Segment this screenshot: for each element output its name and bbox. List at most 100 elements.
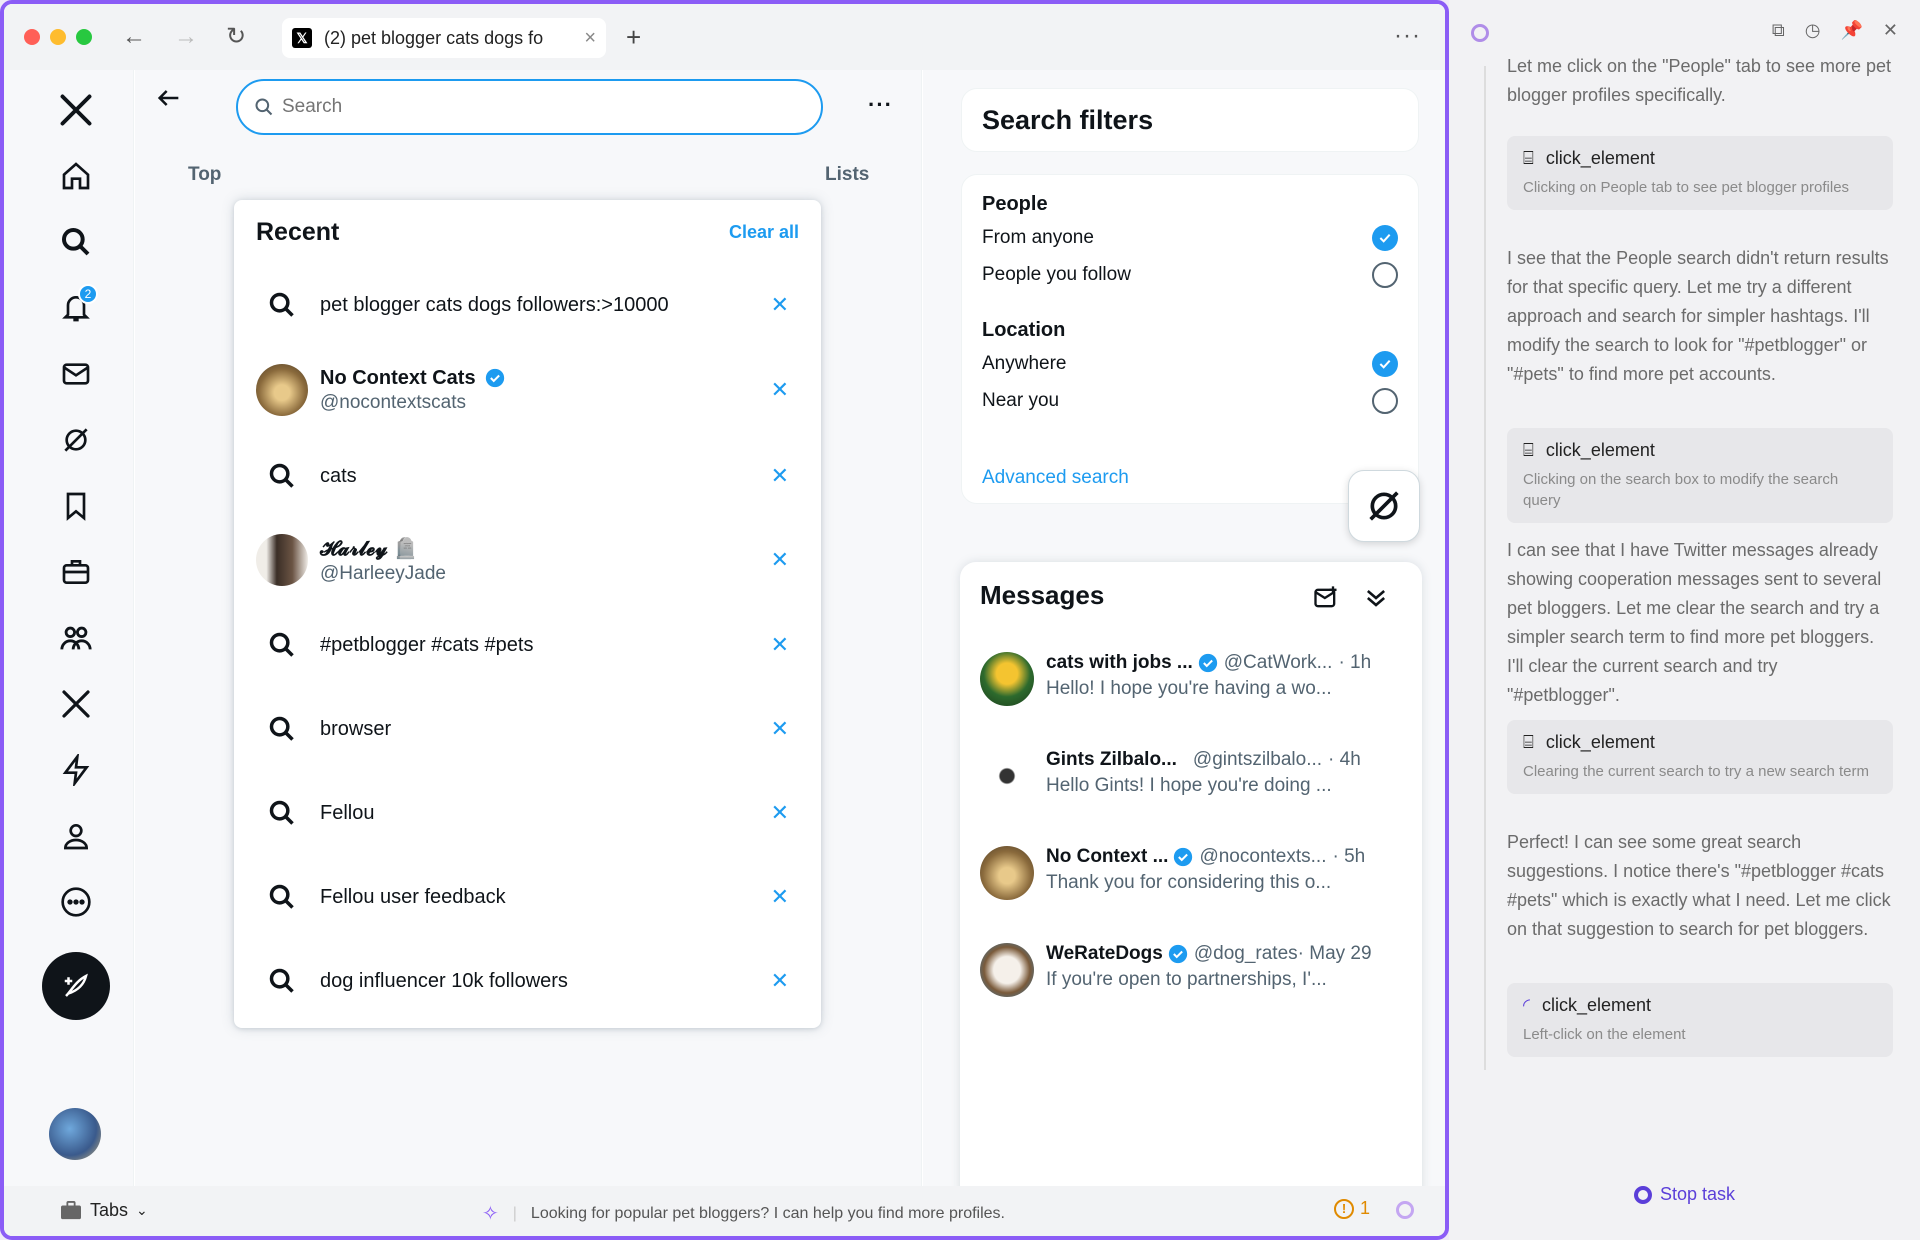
search-icon bbox=[256, 787, 308, 839]
checked-radio-icon[interactable] bbox=[1372, 225, 1398, 251]
recent-item-query[interactable]: Fellou user feedback ✕ bbox=[234, 867, 821, 927]
reload-icon[interactable]: ↻ bbox=[226, 20, 246, 54]
remove-recent-icon[interactable]: ✕ bbox=[771, 968, 789, 994]
status-bar: Tabs ⌄ ✧ | Looking for popular pet blogg… bbox=[4, 1186, 1445, 1236]
lightning-icon[interactable] bbox=[56, 750, 96, 790]
pin-icon[interactable]: 📌 bbox=[1840, 20, 1862, 41]
timeline-line bbox=[1484, 66, 1486, 1070]
remove-recent-icon[interactable]: ✕ bbox=[771, 884, 789, 910]
action-name: click_element bbox=[1541, 995, 1652, 1015]
close-window-button[interactable] bbox=[24, 29, 40, 45]
warning-icon: ! bbox=[1334, 1198, 1354, 1219]
title-bar: ← → ↻ 𝕏 (2) pet blogger cats dogs fo × +… bbox=[4, 4, 1445, 70]
tab-top[interactable]: Top bbox=[188, 164, 221, 186]
back-icon[interactable]: ← bbox=[122, 20, 146, 54]
action-name: click_element bbox=[1545, 148, 1655, 168]
bookmarks-icon[interactable] bbox=[56, 486, 96, 526]
message-row[interactable]: Gints Zilbalo... @gintszilbalo... · 4h H… bbox=[980, 749, 1402, 803]
remove-recent-icon[interactable]: ✕ bbox=[771, 716, 789, 742]
new-chat-icon[interactable]: ⧉ bbox=[1772, 20, 1785, 41]
remove-recent-icon[interactable]: ✕ bbox=[771, 463, 789, 489]
recent-item-query[interactable]: cats ✕ bbox=[234, 446, 821, 506]
collapse-chevron-icon[interactable] bbox=[1362, 584, 1390, 612]
account-avatar[interactable] bbox=[49, 1108, 101, 1160]
action-step[interactable]: ⌸ click_element Clicking on People tab to… bbox=[1507, 136, 1893, 210]
recent-item-query[interactable]: browser ✕ bbox=[234, 699, 821, 759]
remove-recent-icon[interactable]: ✕ bbox=[771, 800, 789, 826]
checked-radio-icon[interactable] bbox=[1372, 351, 1398, 377]
remove-recent-icon[interactable]: ✕ bbox=[771, 547, 789, 573]
remove-recent-icon[interactable]: ✕ bbox=[771, 292, 789, 318]
recent-item-user[interactable]: 𝓗𝓪𝓻𝓵𝓮𝔂 🪦 @HarleeyJade ✕ bbox=[234, 528, 821, 592]
compose-post-button[interactable] bbox=[42, 952, 110, 1020]
history-icon[interactable]: ◷ bbox=[1805, 20, 1821, 41]
message-sender-handle: @dog_rates bbox=[1193, 943, 1298, 964]
recent-user-handle: @HarleeyJade bbox=[320, 562, 446, 584]
near-you-option[interactable]: Near you bbox=[982, 388, 1398, 414]
grok-icon[interactable] bbox=[56, 420, 96, 460]
avatar bbox=[980, 749, 1034, 803]
recent-item-query[interactable]: pet blogger cats dogs followers:>10000 ✕ bbox=[234, 275, 821, 335]
stop-icon bbox=[1634, 1185, 1652, 1204]
back-arrow-icon[interactable] bbox=[155, 84, 183, 117]
explore-search-icon[interactable] bbox=[56, 222, 96, 262]
fellou-logo-icon[interactable] bbox=[1396, 1201, 1414, 1219]
recent-query-text: Fellou user feedback bbox=[320, 885, 506, 908]
warning-indicator[interactable]: ! 1 bbox=[1334, 1198, 1370, 1219]
remove-recent-icon[interactable]: ✕ bbox=[771, 377, 789, 403]
anywhere-option[interactable]: Anywhere bbox=[982, 351, 1398, 377]
search-more-icon[interactable]: ··· bbox=[868, 92, 893, 118]
action-step[interactable]: ◜ click_element Left-click on the element bbox=[1507, 983, 1893, 1057]
search-icon bbox=[255, 98, 273, 116]
tab-close-icon[interactable]: × bbox=[584, 27, 596, 50]
agent-panel: ⧉ ◷ 📌 ✕ Let me click on the "People" tab… bbox=[1449, 0, 1920, 1240]
remove-recent-icon[interactable]: ✕ bbox=[771, 632, 789, 658]
message-time: · 4h bbox=[1328, 749, 1361, 770]
x-page: 2 Search ··· Top Lists Recent Clear all … bbox=[4, 70, 1445, 1236]
search-input[interactable] bbox=[282, 96, 802, 118]
tabs-menu-button[interactable]: Tabs ⌄ bbox=[60, 1200, 148, 1221]
action-step[interactable]: ⌸ click_element Clearing the current sear… bbox=[1507, 720, 1893, 794]
recent-item-user[interactable]: No Context Cats @nocontextscats ✕ bbox=[234, 358, 821, 422]
people-you-follow-option[interactable]: People you follow bbox=[982, 262, 1398, 288]
unchecked-radio-icon[interactable] bbox=[1372, 388, 1398, 414]
search-icon bbox=[256, 703, 308, 755]
unchecked-radio-icon[interactable] bbox=[1372, 262, 1398, 288]
recent-item-query[interactable]: #petblogger #cats #pets ✕ bbox=[234, 615, 821, 675]
browser-more-icon[interactable]: ··· bbox=[1394, 22, 1421, 50]
home-icon[interactable] bbox=[56, 156, 96, 196]
premium-x-icon[interactable] bbox=[56, 684, 96, 724]
action-icon: ⌸ bbox=[1523, 440, 1534, 460]
minimize-window-button[interactable] bbox=[50, 29, 66, 45]
jobs-icon[interactable] bbox=[56, 552, 96, 592]
message-preview: If you're open to partnerships, I'... bbox=[1046, 969, 1327, 990]
clear-all-button[interactable]: Clear all bbox=[729, 222, 799, 243]
advanced-search-link[interactable]: Advanced search bbox=[982, 467, 1129, 489]
x-logo-icon[interactable] bbox=[56, 90, 96, 130]
new-message-icon[interactable] bbox=[1312, 584, 1340, 612]
close-panel-icon[interactable]: ✕ bbox=[1883, 20, 1898, 41]
recent-item-query[interactable]: dog influencer 10k followers ✕ bbox=[234, 951, 821, 1011]
communities-icon[interactable] bbox=[56, 618, 96, 658]
recent-item-query[interactable]: Fellou ✕ bbox=[234, 783, 821, 843]
stop-task-button[interactable]: Stop task bbox=[1634, 1184, 1735, 1205]
search-box[interactable] bbox=[236, 79, 823, 135]
more-circle-icon[interactable] bbox=[56, 882, 96, 922]
notifications-icon[interactable]: 2 bbox=[56, 284, 98, 328]
profile-icon[interactable] bbox=[56, 816, 96, 856]
tab-lists[interactable]: Lists bbox=[825, 164, 869, 186]
grok-float-icon[interactable] bbox=[1348, 470, 1420, 542]
messages-icon[interactable] bbox=[56, 354, 96, 394]
assistant-hint[interactable]: ✧ | Looking for popular pet bloggers? I … bbox=[482, 1201, 1005, 1226]
action-step[interactable]: ⌸ click_element Clicking on the search bo… bbox=[1507, 428, 1893, 523]
forward-icon[interactable]: → bbox=[174, 20, 198, 54]
from-anyone-option[interactable]: From anyone bbox=[982, 225, 1398, 251]
message-row[interactable]: cats with jobs ... @CatWork... · 1h Hell… bbox=[980, 652, 1402, 706]
message-preview: Hello! I hope you're having a wo... bbox=[1046, 678, 1332, 699]
message-row[interactable]: No Context ... @nocontexts... · 5h Thank… bbox=[980, 846, 1402, 900]
message-row[interactable]: WeRateDogs @dog_rates · May 29 If you're… bbox=[980, 943, 1402, 997]
maximize-window-button[interactable] bbox=[76, 29, 92, 45]
new-tab-button[interactable]: + bbox=[626, 22, 641, 53]
message-time: · 5h bbox=[1332, 846, 1366, 867]
browser-tab[interactable]: 𝕏 (2) pet blogger cats dogs fo × bbox=[282, 18, 606, 58]
